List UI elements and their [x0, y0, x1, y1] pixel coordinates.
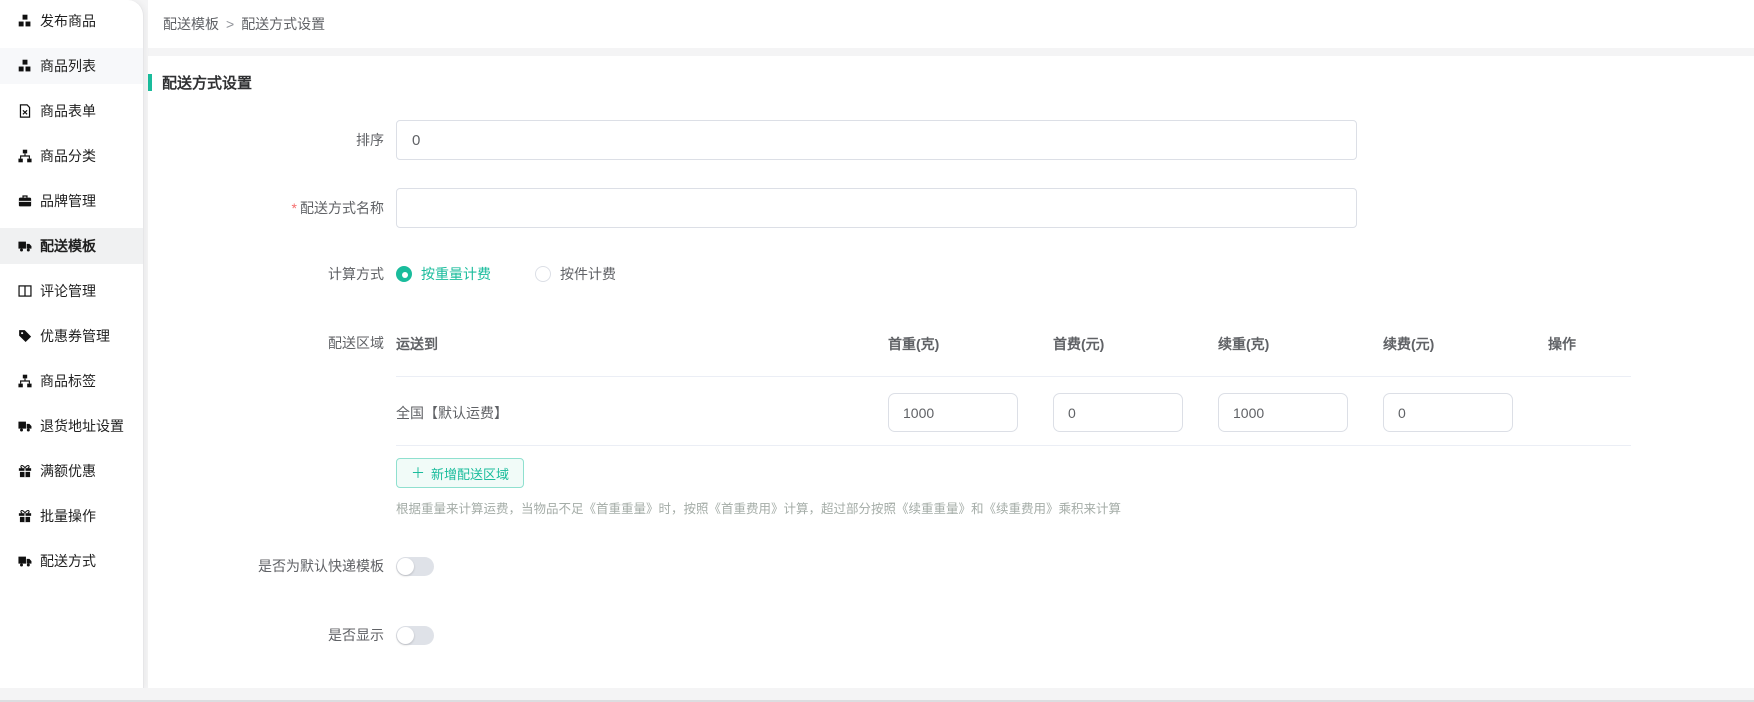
col-next-fee: 续费(元)	[1383, 334, 1548, 354]
delivery-settings-form: 排序 *配送方式名称 计算方式 按重量计费	[148, 120, 1754, 645]
radio-unselected-icon	[535, 266, 551, 282]
calc-method-label: 计算方式	[148, 264, 396, 284]
truck-icon	[17, 419, 32, 434]
next-weight-input[interactable]	[1218, 393, 1348, 432]
page-title-block: 配送方式设置	[148, 72, 1754, 92]
plus-icon: ＋	[411, 463, 425, 483]
columns-icon	[17, 284, 32, 299]
sidebar-item-product-category[interactable]: 商品分类	[0, 138, 143, 174]
briefcase-icon	[17, 194, 32, 209]
sitemap-icon	[17, 374, 32, 389]
app-window: 发布商品 商品列表 商品表单 商品分类 品牌管理	[0, 0, 1754, 702]
sidebar: 发布商品 商品列表 商品表单 商品分类 品牌管理	[0, 0, 144, 688]
sort-input[interactable]	[396, 120, 1357, 160]
sidebar-item-label: 商品分类	[40, 146, 96, 166]
table-header-row: 运送到 首重(克) 首费(元) 续重(克) 续费(元) 操作	[396, 326, 1631, 377]
destination-cell: 全国【默认运费】	[396, 403, 888, 423]
sidebar-item-label: 品牌管理	[40, 191, 96, 211]
visible-toggle[interactable]	[396, 626, 434, 645]
required-asterisk: *	[292, 200, 297, 216]
sidebar-item-publish-product[interactable]: 发布商品	[0, 3, 143, 39]
sidebar-item-product-form[interactable]: 商品表单	[0, 93, 143, 129]
radio-by-piece[interactable]: 按件计费	[535, 264, 616, 284]
bottom-scroll-strip[interactable]	[0, 688, 1754, 702]
col-next-weight: 续重(克)	[1218, 334, 1383, 354]
default-template-label: 是否为默认快递模板	[148, 557, 396, 576]
sidebar-item-delivery-method[interactable]: 配送方式	[0, 543, 143, 579]
sidebar-item-label: 发布商品	[40, 11, 96, 31]
sidebar-item-product-list[interactable]: 商品列表	[0, 48, 143, 84]
sidebar-item-label: 退货地址设置	[40, 416, 124, 436]
sitemap-icon	[17, 149, 32, 164]
table-row: 全国【默认运费】	[396, 377, 1631, 446]
delivery-area-row: 配送区域 运送到 首重(克) 首费(元) 续重(克) 续费(元) 操作 全国【默…	[148, 326, 1754, 517]
sidebar-item-label: 满额优惠	[40, 461, 96, 481]
gift-icon	[17, 509, 32, 524]
default-template-row: 是否为默认快递模板	[148, 557, 1754, 576]
breadcrumb-current-page: 配送方式设置	[241, 14, 325, 34]
tag-icon	[17, 329, 32, 344]
main-panel: 配送方式设置 排序 *配送方式名称 计算方式	[148, 56, 1754, 688]
sidebar-item-label: 配送模板	[40, 236, 96, 256]
sidebar-item-label: 优惠券管理	[40, 326, 110, 346]
col-ship-to: 运送到	[396, 334, 888, 354]
sidebar-item-review-management[interactable]: 评论管理	[0, 273, 143, 309]
sidebar-item-label: 商品列表	[40, 56, 96, 76]
first-fee-input[interactable]	[1053, 393, 1183, 432]
calc-method-radio-group: 按重量计费 按件计费	[396, 264, 1754, 284]
toggle-knob	[397, 627, 414, 644]
breadcrumb-delivery-template[interactable]: 配送模板	[163, 14, 219, 34]
delivery-area-tip: 根据重量来计算运费，当物品不足《首重重量》时，按照《首重费用》计算，超过部分按照…	[396, 498, 1754, 517]
toggle-knob	[397, 558, 414, 575]
next-fee-input[interactable]	[1383, 393, 1513, 432]
gift-icon	[17, 464, 32, 479]
col-first-fee: 首费(元)	[1053, 334, 1218, 354]
sort-row: 排序	[148, 120, 1754, 160]
default-template-toggle[interactable]	[396, 557, 434, 576]
name-label: *配送方式名称	[148, 188, 396, 228]
cubes-icon	[17, 59, 32, 74]
visible-row: 是否显示	[148, 626, 1754, 645]
radio-by-weight[interactable]: 按重量计费	[396, 264, 491, 284]
calc-method-row: 计算方式 按重量计费 按件计费	[148, 264, 1754, 284]
sidebar-item-label: 配送方式	[40, 551, 96, 571]
title-accent-bar	[148, 74, 152, 91]
breadcrumb-bar: 配送模板 > 配送方式设置	[148, 0, 1754, 48]
col-actions: 操作	[1548, 334, 1631, 354]
radio-selected-icon	[396, 266, 412, 282]
cubes-icon	[17, 14, 32, 29]
col-first-weight: 首重(克)	[888, 334, 1053, 354]
first-weight-input[interactable]	[888, 393, 1018, 432]
sidebar-item-coupon-management[interactable]: 优惠券管理	[0, 318, 143, 354]
sidebar-item-full-discount[interactable]: 满额优惠	[0, 453, 143, 489]
sidebar-item-brand-management[interactable]: 品牌管理	[0, 183, 143, 219]
truck-icon	[17, 239, 32, 254]
sidebar-item-batch-operations[interactable]: 批量操作	[0, 498, 143, 534]
visible-label: 是否显示	[148, 626, 396, 645]
sort-label: 排序	[148, 120, 396, 160]
sidebar-item-label: 商品标签	[40, 371, 96, 391]
breadcrumb-separator: >	[226, 16, 234, 32]
truck-icon	[17, 554, 32, 569]
sidebar-item-product-tags[interactable]: 商品标签	[0, 363, 143, 399]
sidebar-item-label: 商品表单	[40, 101, 96, 121]
page-title: 配送方式设置	[162, 72, 252, 93]
sidebar-item-label: 评论管理	[40, 281, 96, 301]
delivery-name-input[interactable]	[396, 188, 1357, 228]
delivery-area-label: 配送区域	[148, 326, 396, 353]
file-icon	[17, 104, 32, 119]
sidebar-item-return-address-settings[interactable]: 退货地址设置	[0, 408, 143, 444]
add-delivery-area-button[interactable]: ＋ 新增配送区域	[396, 458, 524, 488]
name-row: *配送方式名称	[148, 188, 1754, 228]
sidebar-item-label: 批量操作	[40, 506, 96, 526]
delivery-area-table: 运送到 首重(克) 首费(元) 续重(克) 续费(元) 操作 全国【默认运费】	[396, 326, 1631, 446]
sidebar-item-delivery-template[interactable]: 配送模板	[0, 228, 143, 264]
